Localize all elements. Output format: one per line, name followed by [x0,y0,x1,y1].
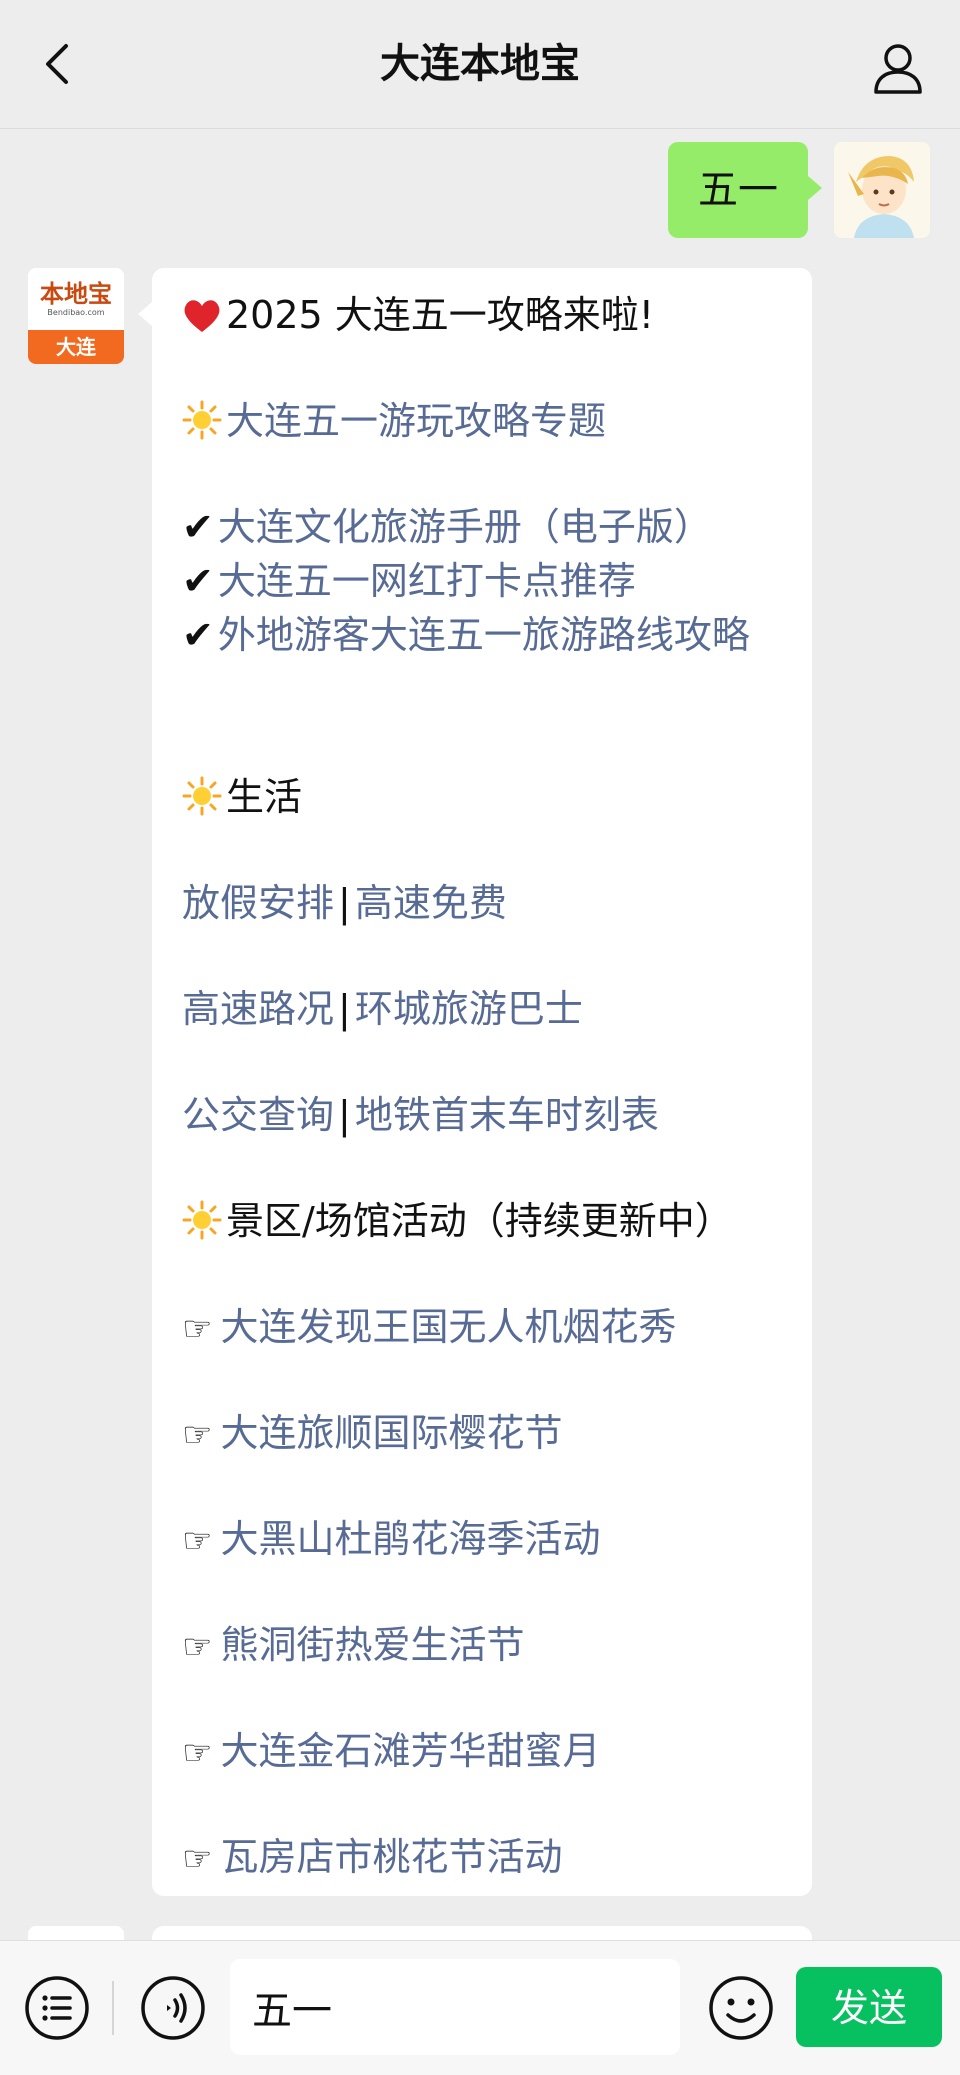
life-link[interactable]: 放假安排 [182,881,334,925]
checkmark-icon: ✔ [182,505,214,549]
venue-link-row[interactable]: ☞ 瓦房店市桃花节活动 [182,1830,802,1886]
user-avatar-image [834,142,930,238]
venue-heading: 景区/场馆活动（持续更新中） [226,1199,733,1243]
emoji-icon[interactable] [706,1973,776,2043]
life-link[interactable]: 地铁首末车时刻表 [355,1093,659,1137]
travel-link[interactable]: 外地游客大连五一旅游路线攻略 [218,613,750,657]
bot-avatar[interactable]: 本地宝 Bendibao.com 大连 [28,268,124,364]
venue-link-row[interactable]: ☞ 大连旅顺国际樱花节 [182,1406,802,1462]
sun-icon [182,400,222,440]
outgoing-message-bubble[interactable]: 五一 [668,142,822,238]
message-headline-row: 2025 大连五一攻略来啦! [182,288,802,342]
voice-icon[interactable] [138,1973,208,2043]
life-link[interactable]: 高速路况 [182,987,334,1031]
chat-input-bar: 发送 [0,1940,960,2075]
life-link[interactable]: 高速免费 [355,881,507,925]
back-arrow-icon[interactable] [30,36,86,92]
venue-heading-row: 景区/场馆活动（持续更新中） [182,1194,802,1248]
nav-bar: 大连本地宝 [0,0,960,129]
bot-logo-city: 大连 [28,330,124,364]
venue-link-row[interactable]: ☞ 大黑山杜鹃花海季活动 [182,1512,802,1568]
pointing-hand-icon: ☞ [182,1415,213,1455]
pointing-hand-icon: ☞ [182,1839,213,1879]
pointing-hand-icon: ☞ [182,1627,213,1667]
topic-row[interactable]: 大连五一游玩攻略专题 [182,394,802,448]
travel-link[interactable]: 大连文化旅游手册（电子版） [218,505,712,549]
venue-link[interactable]: 大黑山杜鹃花海季活动 [220,1517,600,1561]
menu-list-icon[interactable] [22,1973,92,2043]
travel-link[interactable]: 大连五一网红打卡点推荐 [218,559,636,603]
bot-logo-top: 本地宝 Bendibao.com [28,268,124,330]
travel-link-row[interactable]: ✔ 大连五一网红打卡点推荐 [182,554,802,608]
checkmark-icon: ✔ [182,613,214,657]
venue-link-row[interactable]: ☞ 熊洞街热爱生活节 [182,1618,802,1674]
bot-logo-subtext: Bendibao.com [47,308,105,317]
life-row: 高速路况 | 环城旅游巴士 [182,982,802,1036]
life-heading-row: 生活 [182,770,802,824]
message-headline: 2025 大连五一攻略来啦! [226,293,655,337]
separator: | [338,1093,351,1137]
message-input[interactable] [230,1959,680,2055]
heart-icon [182,288,226,342]
life-heading: 生活 [226,775,303,819]
venue-link[interactable]: 熊洞街热爱生活节 [220,1623,524,1667]
travel-link-row[interactable]: ✔ 外地游客大连五一旅游路线攻略 [182,608,802,662]
sun-icon [182,776,222,816]
checkmark-icon: ✔ [182,559,214,603]
venue-link[interactable]: 瓦房店市桃花节活动 [220,1835,562,1879]
life-row: 公交查询 | 地铁首末车时刻表 [182,1088,802,1142]
venue-link-row[interactable]: ☞ 大连发现王国无人机烟花秀 [182,1300,802,1356]
user-avatar[interactable] [834,142,930,238]
sun-icon [182,1200,222,1240]
send-button[interactable]: 发送 [796,1967,942,2047]
venue-link-row[interactable]: ☞ 大连金石滩芳华甜蜜月 [182,1724,802,1780]
pointing-hand-icon: ☞ [182,1733,213,1773]
topic-link[interactable]: 大连五一游玩攻略专题 [226,399,606,443]
life-row: 放假安排 | 高速免费 [182,876,802,930]
separator: | [338,987,351,1031]
separator: | [338,881,351,925]
life-link[interactable]: 公交查询 [182,1093,334,1137]
pointing-hand-icon: ☞ [182,1309,213,1349]
incoming-message-bubble: 2025 大连五一攻略来啦! 大连五一游玩攻略专题 ✔ 大连文化旅游手册（电子版）… [138,268,812,1896]
profile-icon[interactable] [866,36,930,100]
pointing-hand-icon: ☞ [182,1521,213,1561]
venue-link[interactable]: 大连旅顺国际樱花节 [220,1411,562,1455]
venue-link[interactable]: 大连发现王国无人机烟花秀 [220,1305,676,1349]
page-title: 大连本地宝 [380,41,580,87]
life-link[interactable]: 环城旅游巴士 [355,987,583,1031]
bot-logo-text: 本地宝 [40,279,112,308]
input-divider [112,1981,114,2035]
venue-link[interactable]: 大连金石滩芳华甜蜜月 [220,1729,600,1773]
travel-link-row[interactable]: ✔ 大连文化旅游手册（电子版） [182,500,802,554]
